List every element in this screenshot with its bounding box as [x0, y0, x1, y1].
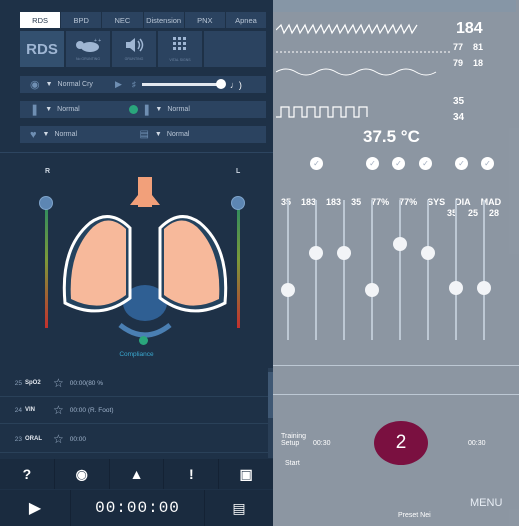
- session-timer: 00:00:00: [71, 490, 204, 526]
- no-grunting-button[interactable]: + + No GRUNTING: [66, 31, 110, 67]
- favorite-star-icon[interactable]: ☆: [53, 432, 64, 446]
- case-buttons: RDS + + No GRUNTING GRUNTING VITAL SIGNS: [20, 31, 266, 67]
- defib-icon: ▣: [239, 465, 253, 482]
- thumbs-up-button[interactable]: ▲: [109, 459, 164, 489]
- left-lung-slider-knob[interactable]: [231, 196, 245, 210]
- row3-left-select[interactable]: Normal: [54, 131, 139, 138]
- tab-bpd[interactable]: BPD: [61, 12, 102, 28]
- tab-distension[interactable]: Distension: [143, 12, 184, 28]
- heart-icon: ♥: [30, 128, 37, 141]
- row2-left-dropdown-arrow[interactable]: ▼: [45, 106, 52, 113]
- grunting-label: GRUNTING: [124, 57, 144, 61]
- lung-sound-icon: ❚: [30, 104, 40, 116]
- play-icon: ▶: [28, 500, 42, 517]
- svg-text:+ +: + +: [94, 38, 101, 44]
- row3-left-dropdown-arrow[interactable]: ▼: [43, 131, 50, 138]
- toolbar: ? ◉ ▲ ! ▣: [0, 459, 273, 489]
- case-empty-slot: [204, 31, 266, 67]
- vital-signs-button[interactable]: VITAL SIGNS: [158, 31, 202, 67]
- bottom-bar: ▶ 00:00:00 ▤: [0, 490, 273, 526]
- favorite-star-icon[interactable]: ☆: [53, 376, 64, 390]
- heart-sound-row: ❚ ▼ Normal ❚ ▼ Normal: [20, 101, 266, 118]
- compliance-check-icon[interactable]: [139, 336, 148, 345]
- cry-select[interactable]: Normal Cry: [58, 81, 93, 88]
- volume-icon[interactable]: ♩): [230, 80, 242, 90]
- right-lung-slider-knob[interactable]: [39, 196, 53, 210]
- volume-mute-icon[interactable]: ♯: [132, 80, 136, 89]
- compliance-label: Compliance: [119, 351, 154, 358]
- bowel-icon: ▤: [139, 129, 149, 140]
- volume-slider[interactable]: [141, 79, 226, 89]
- grunting-button[interactable]: GRUNTING: [112, 31, 156, 67]
- tab-pnx[interactable]: PNX: [184, 12, 225, 28]
- vital-signs-label: VITAL SIGNS: [169, 58, 191, 62]
- tab-apnea[interactable]: Apnea: [225, 12, 267, 28]
- row2-right-dropdown-arrow[interactable]: ▼: [155, 106, 162, 113]
- right-lung-slider-track[interactable]: [45, 203, 48, 328]
- sync-check-icon[interactable]: [129, 105, 139, 114]
- vital-value: 00:00(80 %: [69, 379, 104, 387]
- log-button[interactable]: ▤: [205, 490, 273, 526]
- vital-row-oral[interactable]: 23 ORAL ☆ 00:00: [0, 426, 268, 453]
- cry-dropdown-arrow[interactable]: ▼: [46, 81, 53, 88]
- help-button[interactable]: ?: [0, 459, 54, 489]
- row3-right-dropdown-arrow[interactable]: ▼: [155, 131, 162, 138]
- vin-label: VIN: [25, 407, 36, 413]
- tab-rds[interactable]: RDS: [20, 12, 61, 28]
- play-cry-icon[interactable]: ▶: [115, 79, 122, 90]
- cry-control-row: ◉ ▼ Normal Cry ▶ ♯ ♩): [20, 76, 266, 93]
- tab-nec[interactable]: NEC: [102, 12, 143, 28]
- lungs-illustration: [62, 177, 228, 338]
- volume-slider-knob[interactable]: [215, 79, 226, 89]
- vital-number: 24: [14, 406, 22, 414]
- row2-right-select[interactable]: Normal: [167, 106, 190, 113]
- chat-button[interactable]: ◉: [54, 459, 109, 489]
- speaker-icon: [124, 37, 144, 56]
- vital-value: 00:00 (R. Foot): [69, 406, 114, 414]
- defib-button[interactable]: ▣: [219, 459, 273, 489]
- scenario-tabs: RDS BPD NEC Distension PNX Apnea: [20, 12, 267, 28]
- step-badge: 2: [374, 421, 428, 465]
- warning-icon: !: [188, 466, 194, 482]
- lung-right-icon: ❚: [142, 104, 152, 116]
- vital-row-vin[interactable]: 24 VIN ☆ 00:00 (R. Foot): [0, 397, 268, 424]
- vital-value: 00:00: [69, 435, 87, 443]
- right-lung-label: R: [45, 168, 51, 175]
- left-lung-slider-track[interactable]: [237, 203, 240, 328]
- menu-button[interactable]: MENU: [470, 497, 502, 509]
- thumbs-up-icon: ▲: [129, 466, 144, 482]
- oral-label: ORAL: [25, 436, 42, 442]
- row2-left-select[interactable]: Normal: [57, 106, 129, 113]
- rds-button[interactable]: RDS: [20, 31, 64, 67]
- baby-icon: ◉: [30, 79, 40, 91]
- baby-breathing-icon: + +: [75, 37, 101, 56]
- row3-right-select[interactable]: Normal: [167, 131, 190, 138]
- left-lung-label: L: [236, 168, 241, 175]
- warning-button[interactable]: !: [164, 459, 219, 489]
- chat-icon: ◉: [75, 465, 88, 482]
- play-button[interactable]: ▶: [0, 490, 70, 526]
- vital-row-spo2[interactable]: 25 SpO2 ☆ 00:00(80 %: [0, 370, 268, 397]
- spo2-label: SpO2: [25, 380, 41, 386]
- heart-control-row: ♥ ▼ Normal ▤ ▼ Normal: [20, 126, 266, 143]
- no-grunting-label: No GRUNTING: [75, 57, 101, 61]
- vital-number: 25: [14, 379, 22, 387]
- vital-number: 23: [14, 435, 22, 443]
- vital-signs-icon: [170, 36, 190, 57]
- favorite-star-icon[interactable]: ☆: [53, 403, 64, 417]
- document-icon: ▤: [232, 499, 246, 516]
